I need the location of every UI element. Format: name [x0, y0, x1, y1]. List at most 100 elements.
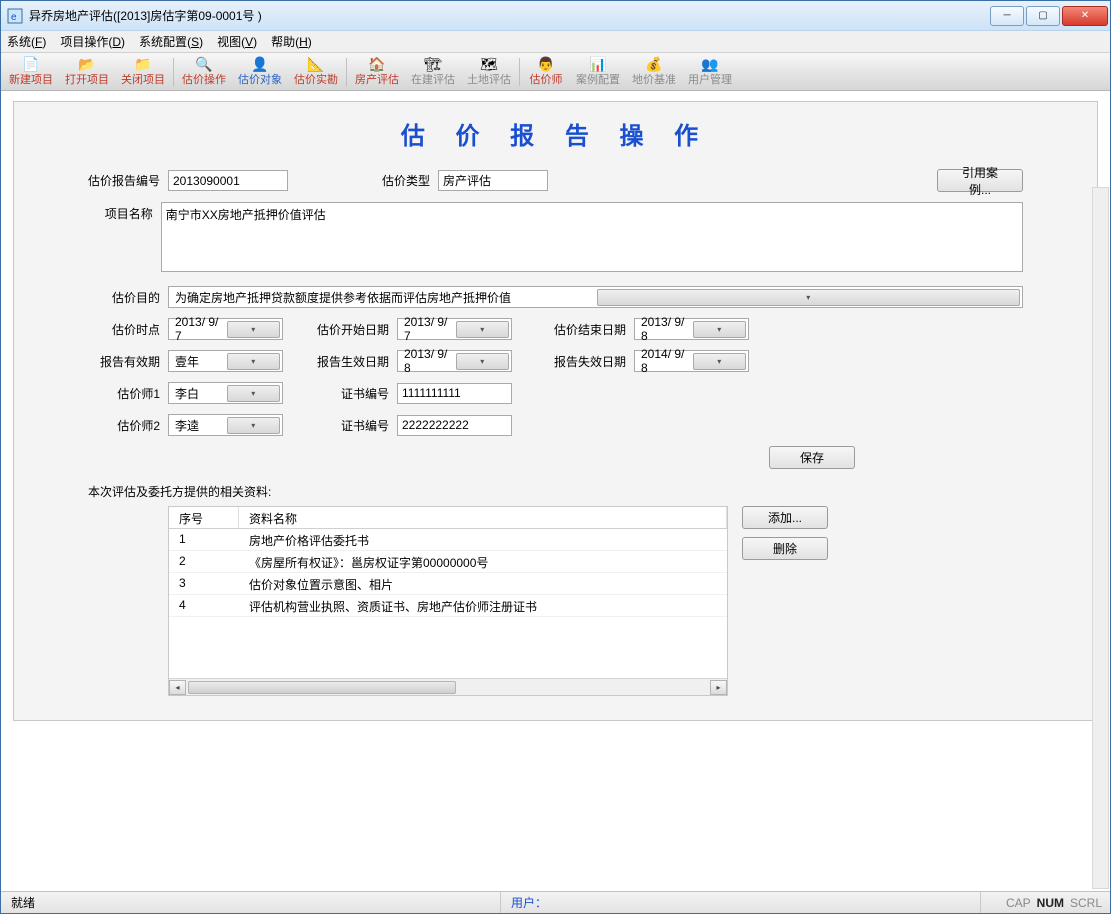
- purpose-value: 为确定房地产抵押贷款额度提供参考依据而评估房地产抵押价值: [175, 289, 597, 306]
- menu-help[interactable]: 帮助(H): [271, 33, 312, 50]
- tool-new-project[interactable]: 📄新建项目: [3, 54, 59, 90]
- tool-construction-eval[interactable]: 🏗在建评估: [405, 54, 461, 90]
- name-cell: 《房屋所有权证》：邕房权证字第00000000号: [239, 551, 727, 572]
- name-cell: 房地产价格评估委托书: [239, 529, 727, 550]
- menu-view[interactable]: 视图(V): [217, 33, 257, 50]
- report-no-label: 估价报告编号: [78, 172, 168, 189]
- tool-appraiser[interactable]: 👨估价师: [522, 54, 570, 90]
- appraiser-icon: 👨: [538, 56, 554, 72]
- validity-select[interactable]: 壹年: [168, 350, 283, 372]
- h-scrollbar[interactable]: ◂ ▸: [169, 678, 727, 695]
- val-time-value: 2013/ 9/ 7: [175, 315, 227, 343]
- name-cell: 估价对象位置示意图、相片: [239, 573, 727, 594]
- tool-user-mgmt[interactable]: 👥用户管理: [682, 54, 738, 90]
- table-row[interactable]: 3估价对象位置示意图、相片: [169, 573, 727, 595]
- val-type-input[interactable]: [438, 170, 548, 191]
- ref-case-button[interactable]: 引用案例...: [937, 169, 1023, 192]
- chevron-down-icon: [227, 353, 281, 370]
- new-project-label: 新建项目: [9, 73, 53, 87]
- menu-config[interactable]: 系统配置(S): [139, 33, 203, 50]
- table-row[interactable]: 4评估机构营业执照、资质证书、房地产估价师注册证书: [169, 595, 727, 617]
- tool-valuation-survey[interactable]: 📐估价实勘: [288, 54, 344, 90]
- scroll-thumb[interactable]: [188, 681, 456, 694]
- close-project-icon: 📁: [135, 56, 151, 72]
- materials-title: 本次评估及委托方提供的相关资料:: [88, 483, 1083, 500]
- project-name-input[interactable]: 南宁市XX房地产抵押价值评估: [161, 202, 1023, 272]
- minimize-button[interactable]: ─: [990, 6, 1024, 26]
- window-title: 异乔房地产评估([2013]房估字第09-0001号 ): [29, 7, 990, 24]
- chevron-down-icon: [227, 417, 281, 434]
- content-area: 估 价 报 告 操 作 估价报告编号 估价类型 引用案例... 项目名称 南宁市…: [1, 91, 1110, 891]
- val-time-label: 估价时点: [78, 321, 168, 338]
- start-date-label: 估价开始日期: [309, 321, 397, 338]
- col-seq-header: 序号: [169, 507, 239, 528]
- val-time-picker[interactable]: 2013/ 9/ 7: [168, 318, 283, 340]
- user-mgmt-icon: 👥: [702, 56, 718, 72]
- tool-land-eval[interactable]: 🗺土地评估: [461, 54, 517, 90]
- property-eval-label: 房产评估: [355, 73, 399, 87]
- appraiser-label: 估价师: [530, 73, 563, 87]
- case-config-label: 案例配置: [576, 73, 620, 87]
- tool-valuation-obj[interactable]: 👤估价对象: [232, 54, 288, 90]
- valuation-obj-icon: 👤: [252, 56, 268, 72]
- chevron-down-icon: [227, 385, 281, 402]
- valuation-obj-label: 估价对象: [238, 73, 282, 87]
- tool-valuation-op[interactable]: 🔍估价操作: [176, 54, 232, 90]
- end-date-label: 估价结束日期: [546, 321, 634, 338]
- land-base-icon: 💰: [646, 56, 662, 72]
- table-row[interactable]: 2《房屋所有权证》：邕房权证字第00000000号: [169, 551, 727, 573]
- effective-date-label: 报告生效日期: [309, 353, 397, 370]
- add-button[interactable]: 添加...: [742, 506, 828, 529]
- valuation-survey-icon: 📐: [308, 56, 324, 72]
- delete-button[interactable]: 删除: [742, 537, 828, 560]
- scroll-right-icon[interactable]: ▸: [710, 680, 727, 695]
- status-user: 用户：: [501, 892, 981, 913]
- purpose-combo[interactable]: 为确定房地产抵押贷款额度提供参考依据而评估房地产抵押价值: [168, 286, 1023, 308]
- maximize-button[interactable]: ▢: [1026, 6, 1060, 26]
- seq-cell: 4: [169, 595, 239, 616]
- close-button[interactable]: ✕: [1062, 6, 1108, 26]
- appraiser2-value: 李逵: [175, 417, 227, 434]
- menu-system[interactable]: 系统(F): [7, 33, 46, 50]
- project-name-label: 项目名称: [78, 202, 161, 222]
- table-row[interactable]: 1房地产价格评估委托书: [169, 529, 727, 551]
- appraiser1-select[interactable]: 李白: [168, 382, 283, 404]
- start-date-picker[interactable]: 2013/ 9/ 7: [397, 318, 512, 340]
- effective-date-picker[interactable]: 2013/ 9/ 8: [397, 350, 512, 372]
- appraiser1-value: 李白: [175, 385, 227, 402]
- name-cell: 评估机构营业执照、资质证书、房地产估价师注册证书: [239, 595, 727, 616]
- tool-open-project[interactable]: 📂打开项目: [59, 54, 115, 90]
- land-base-label: 地价基准: [632, 73, 676, 87]
- appraiser1-label: 估价师1: [78, 385, 168, 402]
- tool-close-project[interactable]: 📁关闭项目: [115, 54, 171, 90]
- cert1-input[interactable]: [397, 383, 512, 404]
- case-config-icon: 📊: [590, 56, 606, 72]
- seq-cell: 1: [169, 529, 239, 550]
- menu-project[interactable]: 项目操作(D): [60, 33, 125, 50]
- calendar-icon: [456, 321, 510, 338]
- open-project-icon: 📂: [79, 56, 95, 72]
- cert2-input[interactable]: [397, 415, 512, 436]
- calendar-icon: [693, 353, 747, 370]
- user-mgmt-label: 用户管理: [688, 73, 732, 87]
- materials-table: 序号 资料名称 1房地产价格评估委托书2《房屋所有权证》：邕房权证字第00000…: [168, 506, 728, 696]
- tool-case-config[interactable]: 📊案例配置: [570, 54, 626, 90]
- scroll-left-icon[interactable]: ◂: [169, 680, 186, 695]
- property-eval-icon: 🏠: [369, 56, 385, 72]
- app-icon: e: [7, 8, 23, 24]
- construction-eval-label: 在建评估: [411, 73, 455, 87]
- end-date-picker[interactable]: 2013/ 9/ 8: [634, 318, 749, 340]
- tool-property-eval[interactable]: 🏠房产评估: [349, 54, 405, 90]
- expire-date-picker[interactable]: 2014/ 9/ 8: [634, 350, 749, 372]
- seq-cell: 2: [169, 551, 239, 572]
- val-type-label: 估价类型: [348, 172, 438, 189]
- status-scrl: SCRL: [1070, 896, 1102, 910]
- close-project-label: 关闭项目: [121, 73, 165, 87]
- save-button[interactable]: 保存: [769, 446, 855, 469]
- content-v-scrollbar[interactable]: [1092, 187, 1109, 889]
- chevron-down-icon: [597, 289, 1021, 306]
- appraiser2-select[interactable]: 李逵: [168, 414, 283, 436]
- tool-land-base[interactable]: 💰地价基准: [626, 54, 682, 90]
- valuation-op-label: 估价操作: [182, 73, 226, 87]
- report-no-input[interactable]: [168, 170, 288, 191]
